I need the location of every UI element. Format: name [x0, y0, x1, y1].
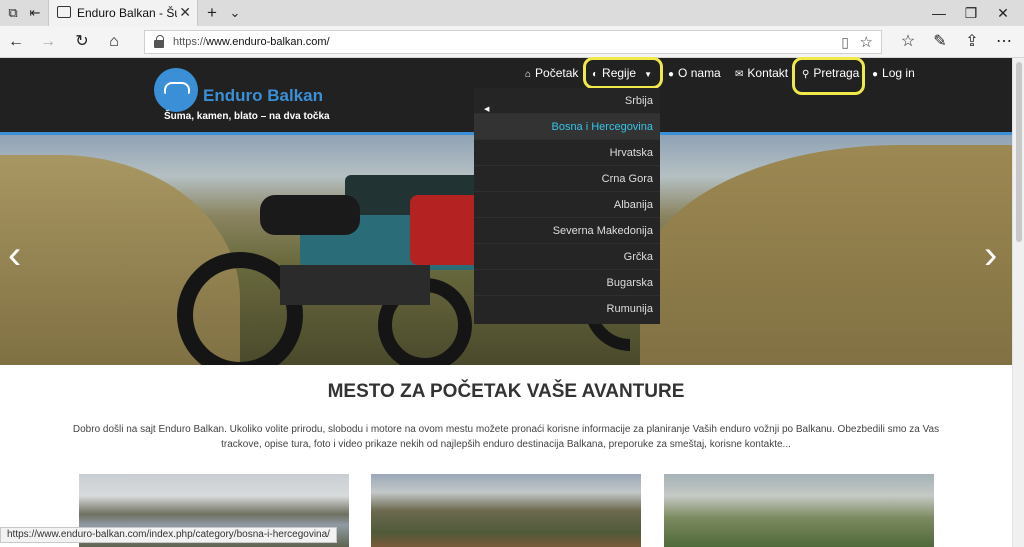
forward-icon[interactable]: →	[38, 32, 58, 52]
favorites-hub-icon[interactable]: ☆	[898, 32, 918, 52]
nav-home[interactable]: ⌂ Početak	[525, 64, 578, 82]
refresh-icon[interactable]: ↻	[72, 32, 92, 52]
address-bar[interactable]: https://www.enduro-balkan.com/ ▯ ☆	[144, 30, 882, 54]
more-options-icon[interactable]: ⋯	[994, 32, 1014, 52]
home-icon: ⌂	[525, 69, 532, 80]
envelope-icon: ✉	[735, 69, 744, 80]
link-status-bar: https://www.enduro-balkan.com/index.php/…	[0, 527, 337, 543]
region-item[interactable]: Severna Makedonija	[474, 218, 660, 244]
share-icon[interactable]: ⇪	[962, 32, 982, 52]
set-aside-tabs-icon[interactable]: ⇤	[26, 4, 44, 22]
user-icon: ●	[668, 69, 675, 80]
tab-actions-icon[interactable]: ⧉	[4, 4, 22, 22]
reading-view-icon[interactable]: ▯	[841, 34, 849, 51]
tab-title: Enduro Balkan - Šum	[77, 6, 177, 20]
new-tab-icon[interactable]: +	[203, 4, 221, 22]
browser-toolbar: ← → ↻ ⌂ https://www.enduro-balkan.com/ ▯…	[0, 26, 1024, 58]
logo-motorcycle-icon[interactable]	[154, 68, 198, 112]
region-item[interactable]: Grčka	[474, 244, 660, 270]
highlight-search	[792, 57, 865, 95]
highlight-regions	[583, 57, 663, 89]
close-window-icon[interactable]: ✕	[988, 3, 1018, 23]
site-tagline: Šuma, kamen, blato – na dva točka	[164, 111, 330, 122]
article-card-image[interactable]	[371, 474, 641, 547]
scrollbar-thumb[interactable]	[1016, 62, 1022, 242]
nav-contact[interactable]: ✉ Kontakt	[735, 64, 788, 82]
slider-prev-icon[interactable]: ‹	[8, 235, 21, 275]
back-icon[interactable]: ←	[6, 32, 26, 52]
regions-dropdown: ◀ Srbija Bosna i Hercegovina Hrvatska Crn…	[474, 88, 660, 324]
tab-list-chevron-icon[interactable]: ⌄	[226, 4, 244, 22]
page-favicon-icon	[57, 6, 71, 18]
favorite-star-icon[interactable]: ☆	[860, 33, 873, 51]
lock-icon	[154, 35, 164, 48]
hero-hill	[640, 145, 1024, 365]
site-logo-name[interactable]: Enduro Balkan	[203, 86, 323, 106]
web-note-icon[interactable]: ✎	[930, 32, 950, 52]
region-item[interactable]: Albanija	[474, 192, 660, 218]
page-scrollbar[interactable]	[1012, 58, 1024, 547]
url-text: https://www.enduro-balkan.com/	[173, 36, 330, 48]
browser-tab-bar: ⧉ ⇤ Enduro Balkan - Šum ✕ + ⌄ — ❐ ✕	[0, 0, 1024, 26]
slider-next-icon[interactable]: ›	[984, 235, 997, 275]
minimize-icon[interactable]: —	[924, 3, 954, 23]
nav-login[interactable]: ● Log in	[872, 64, 915, 82]
browser-tab[interactable]: Enduro Balkan - Šum ✕	[48, 0, 198, 26]
user-icon: ●	[872, 69, 879, 80]
region-item[interactable]: Crna Gora	[474, 166, 660, 192]
home-icon[interactable]: ⌂	[104, 32, 124, 52]
restore-icon[interactable]: ❐	[956, 3, 986, 23]
page-heading: MESTO ZA POČETAK VAŠE AVANTURE	[327, 381, 685, 402]
nav-about[interactable]: ● O nama	[668, 64, 721, 82]
region-item[interactable]: Bosna i Hercegovina	[474, 114, 660, 140]
intro-text: Dobro došli na sajt Enduro Balkan. Ukoli…	[72, 424, 940, 450]
region-item[interactable]: Rumunija	[474, 296, 660, 322]
region-item[interactable]: Hrvatska	[474, 140, 660, 166]
article-card-image[interactable]	[664, 474, 934, 547]
region-item[interactable]: Bugarska	[474, 270, 660, 296]
close-tab-icon[interactable]: ✕	[179, 4, 191, 21]
region-item[interactable]: ◀ Srbija	[474, 88, 660, 114]
